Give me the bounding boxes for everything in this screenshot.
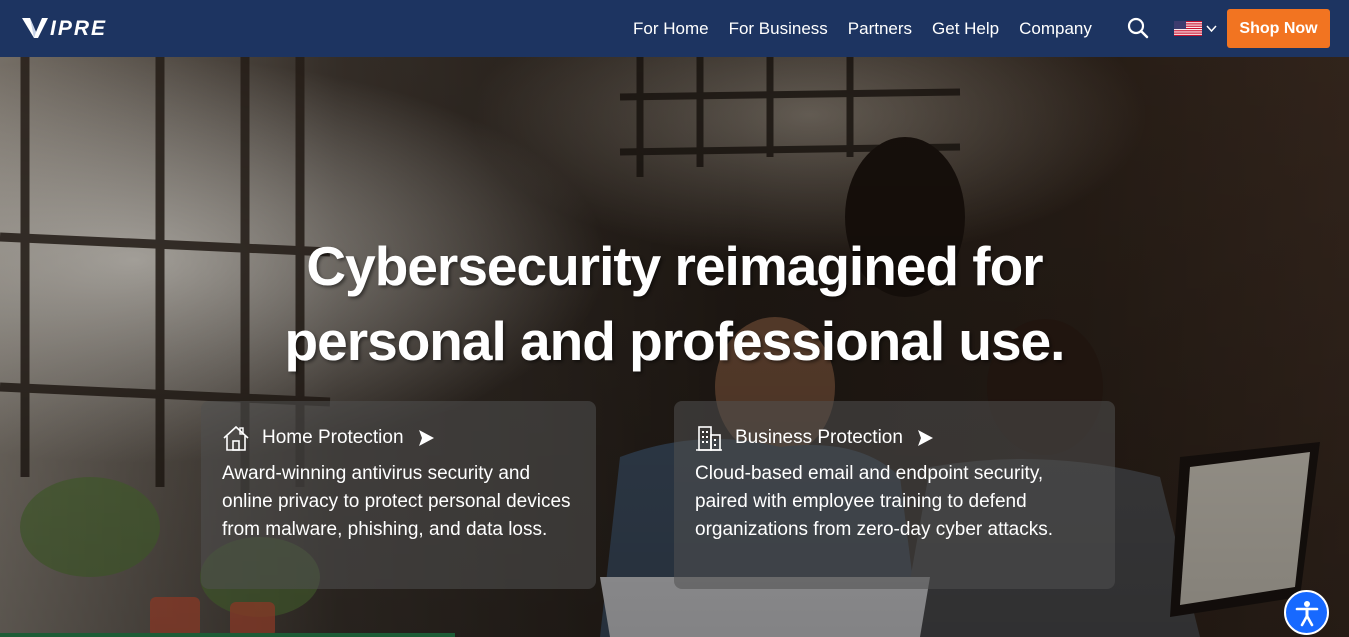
vipre-logo[interactable]: IPRE (20, 14, 140, 42)
hero-section: Cybersecurity reimagined for personal an… (0, 57, 1349, 637)
nav-get-help[interactable]: Get Help (922, 19, 1009, 39)
search-icon[interactable] (1127, 17, 1149, 39)
accessibility-button[interactable] (1284, 590, 1329, 635)
bottom-accent-strip (0, 633, 455, 637)
play-arrow-icon (917, 430, 933, 446)
house-icon (223, 425, 249, 451)
home-protection-card[interactable]: Home Protection Award-winning antivirus … (201, 401, 596, 589)
nav-partners[interactable]: Partners (838, 19, 922, 39)
card-header: Home Protection (222, 424, 435, 452)
nav-for-business[interactable]: For Business (719, 19, 838, 39)
shop-now-button[interactable]: Shop Now (1227, 9, 1330, 48)
chevron-down-icon[interactable] (1206, 23, 1217, 34)
card-description: Cloud-based email and endpoint security,… (695, 463, 1053, 540)
business-protection-card[interactable]: Business Protection Cloud-based email an… (674, 401, 1115, 589)
play-arrow-icon (418, 430, 434, 446)
hero-heading: Cybersecurity reimagined for personal an… (200, 229, 1149, 379)
nav-for-home[interactable]: For Home (623, 19, 719, 39)
main-nav: For Home For Business Partners Get Help … (623, 0, 1102, 57)
building-icon (696, 426, 722, 451)
hero-heading-line-2: personal and professional use. (284, 310, 1066, 372)
accessibility-icon (1295, 600, 1318, 626)
card-description: Award-winning antivirus security and onl… (222, 463, 571, 540)
card-title[interactable]: Business Protection (735, 427, 903, 449)
nav-company[interactable]: Company (1009, 19, 1102, 39)
card-header: Business Protection (695, 424, 934, 452)
card-title[interactable]: Home Protection (262, 427, 404, 449)
svg-text:IPRE: IPRE (50, 17, 107, 40)
us-flag-icon[interactable] (1174, 21, 1202, 36)
site-header: IPRE For Home For Business Partners Get … (0, 0, 1349, 57)
hero-heading-line-1: Cybersecurity reimagined for (306, 235, 1043, 297)
